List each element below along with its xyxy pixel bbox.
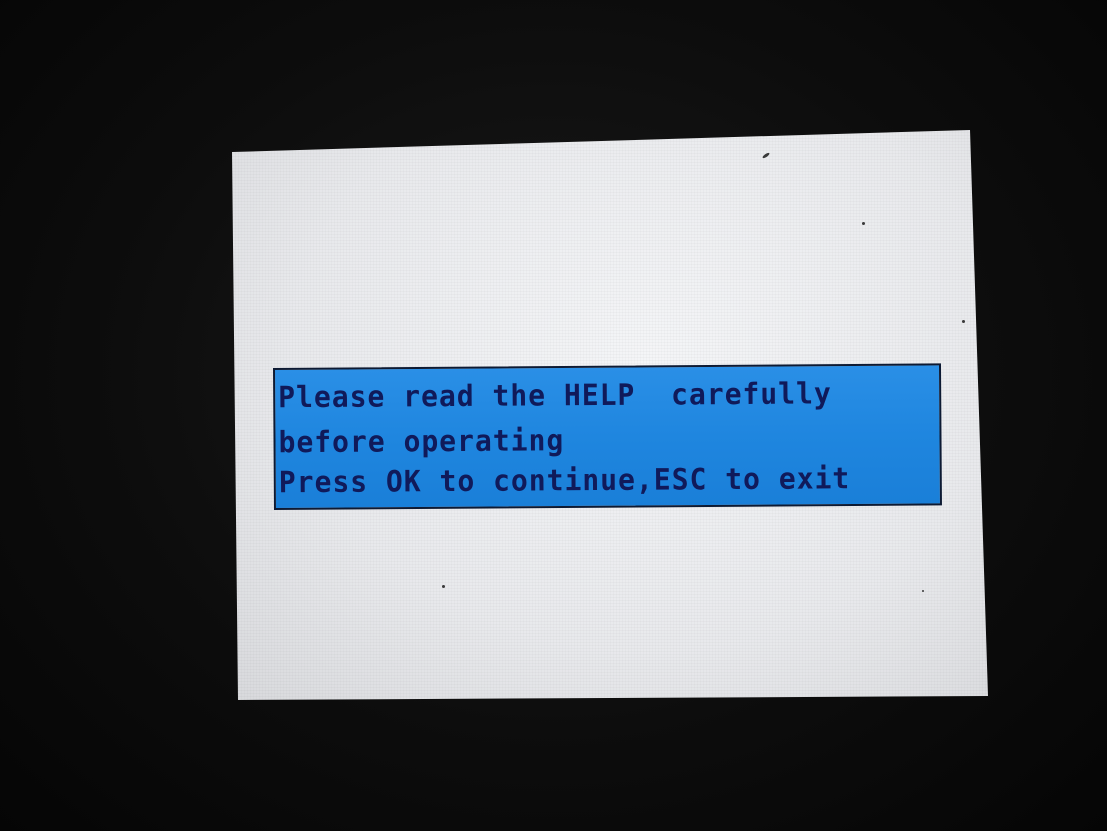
- screen-speck: [442, 585, 445, 588]
- screen-speck: [862, 222, 865, 225]
- dialog-instruction-line: Press OK to continue,ESC to exit: [278, 460, 851, 500]
- help-warning-dialog[interactable]: Please read the HELP carefully before op…: [273, 363, 942, 510]
- screen-speck: [922, 590, 924, 592]
- dialog-message-line-1: Please read the HELP carefully: [278, 376, 832, 415]
- dialog-message-line-2: before operating: [278, 422, 565, 460]
- screen-speck: [962, 320, 965, 323]
- screen-speck: [761, 151, 771, 160]
